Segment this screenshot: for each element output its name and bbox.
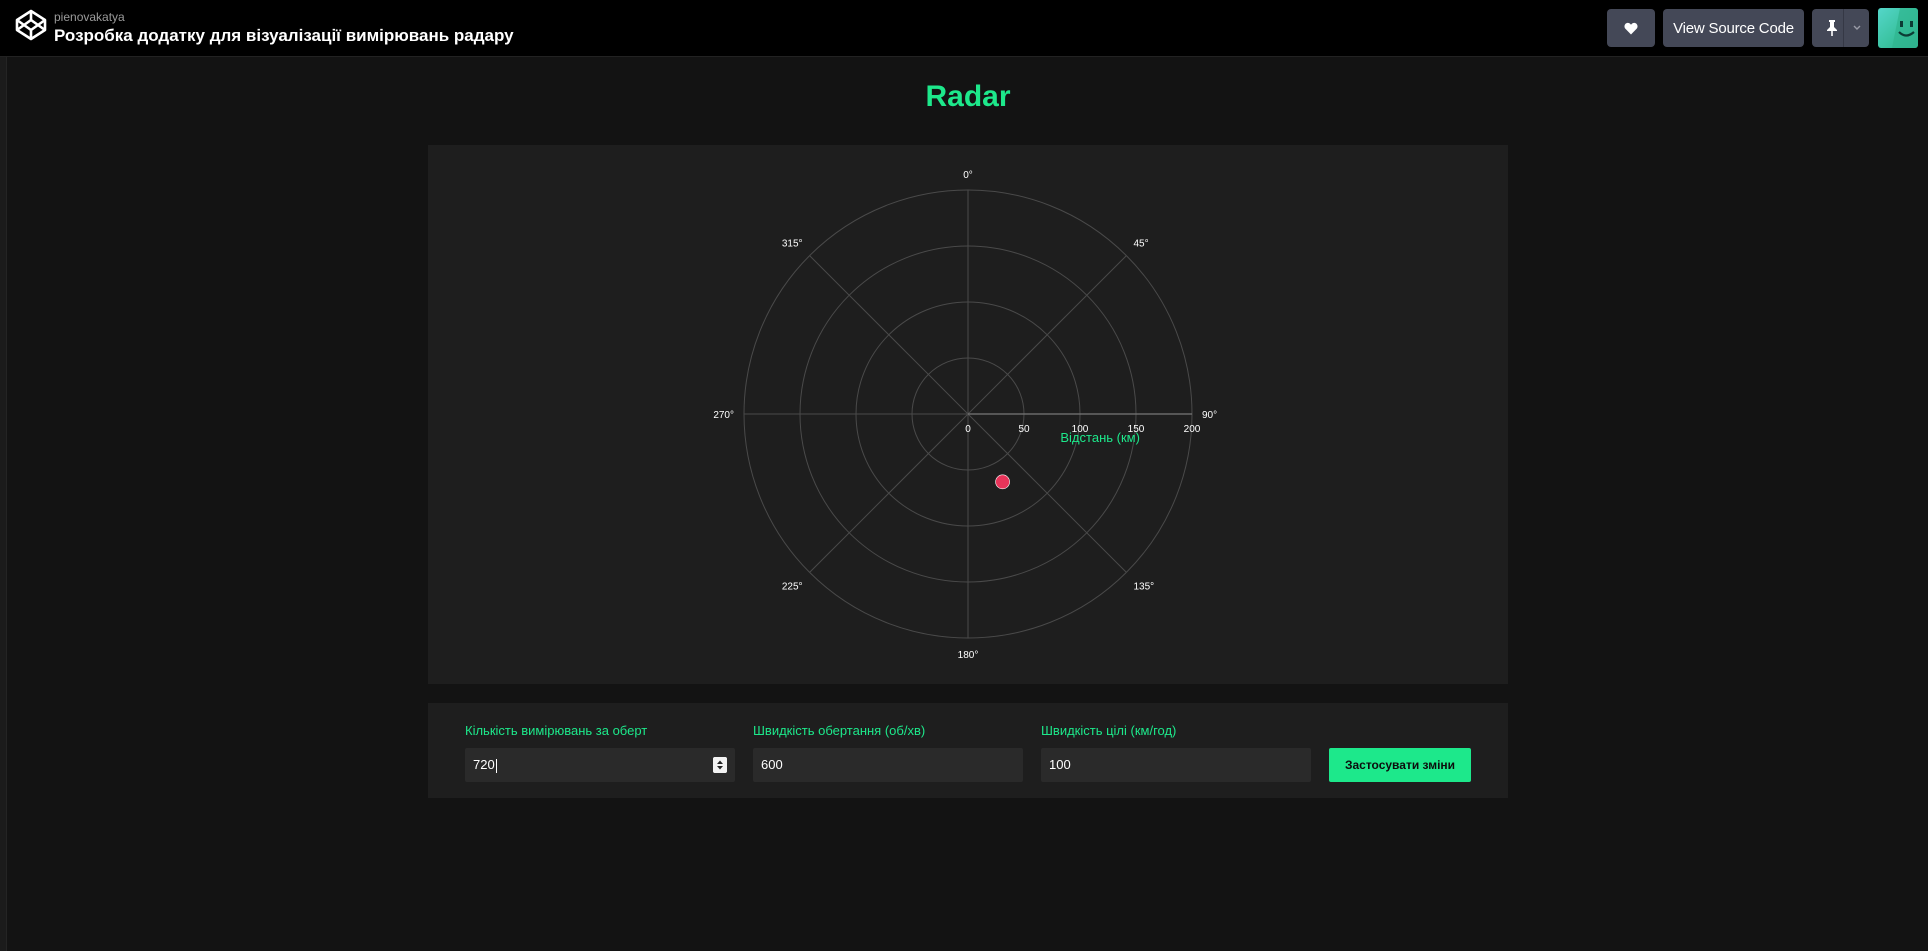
radial-tick-label: 0 — [965, 424, 971, 435]
target-speed-label: Швидкість цілі (км/год) — [1041, 723, 1177, 738]
radar-chart-panel: 0 50 100 150 200 Відстань (км) 0° 45° 90° 135° 180… — [428, 145, 1508, 684]
chevron-down-icon[interactable] — [1852, 21, 1862, 35]
radial-tick-label: 50 — [1018, 424, 1030, 435]
user-avatar[interactable] — [1878, 8, 1918, 48]
button-divider — [1843, 9, 1844, 47]
apply-changes-button[interactable]: Застосувати зміни — [1329, 748, 1471, 782]
text-caret — [495, 758, 497, 773]
radial-axis-title: Відстань (км) — [1060, 430, 1140, 445]
angular-grid-line — [809, 255, 969, 415]
pin-icon — [1827, 20, 1837, 36]
pen-title[interactable]: Розробка додатку для візуалізації вимірю… — [54, 26, 514, 46]
radar-chart[interactable]: 0 50 100 150 200Відстань (км)0°45°90°135°180… — [428, 145, 1508, 684]
page-title: Radar — [925, 80, 1011, 113]
angular-grid-line — [809, 413, 969, 573]
target-speed-input[interactable]: 100 — [1041, 748, 1311, 782]
target-point[interactable] — [995, 474, 1010, 490]
angular-grid-line — [967, 255, 1127, 415]
measurements-label: Кількість вимірювань за оберт — [465, 723, 648, 738]
angular-tick-label: 225° — [782, 581, 803, 592]
target-speed-field: Швидкість цілі (км/год) 100 — [1041, 723, 1311, 782]
angular-tick-label: 45° — [1133, 239, 1148, 250]
view-source-button[interactable]: View Source Code — [1663, 9, 1804, 47]
heart-icon — [1624, 22, 1638, 34]
number-spinner-icon[interactable] — [713, 757, 727, 773]
left-gutter — [0, 57, 7, 951]
measurements-field: Кількість вимірювань за оберт 720 — [465, 723, 735, 782]
angular-tick-label: 90° — [1202, 410, 1217, 421]
measurements-input[interactable]: 720 — [465, 748, 735, 782]
angular-tick-label: 0° — [963, 170, 973, 181]
rotation-speed-field: Швидкість обертання (об/хв) 600 — [753, 723, 1023, 782]
top-header-bar: pienovakatya Розробка додатку для візуал… — [0, 0, 1928, 57]
pin-button[interactable] — [1812, 9, 1869, 47]
angular-tick-label: 135° — [1133, 581, 1154, 592]
pen-owner[interactable]: pienovakatya — [54, 10, 125, 24]
angular-tick-label: 270° — [713, 410, 734, 421]
measurements-value: 720 — [473, 757, 495, 772]
angular-tick-label: 315° — [782, 239, 803, 250]
love-button[interactable] — [1607, 9, 1655, 47]
controls-panel: Кількість вимірювань за оберт 720 Швидкі… — [428, 703, 1508, 798]
rotation-speed-input[interactable]: 600 — [753, 748, 1023, 782]
codepen-logo-icon[interactable] — [14, 8, 48, 42]
avatar-face-icon — [1892, 8, 1918, 48]
rotation-speed-label: Швидкість обертання (об/хв) — [753, 723, 926, 738]
radial-tick-label: 200 — [1184, 424, 1201, 435]
angular-tick-label: 180° — [958, 650, 979, 661]
